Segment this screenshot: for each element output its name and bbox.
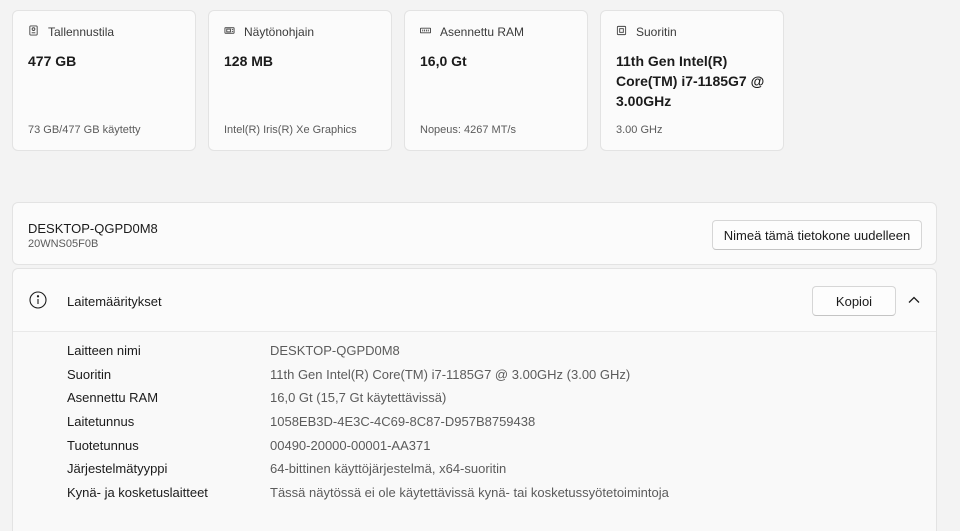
device-name-section: DESKTOP-QGPD0M8 20WNS05F0B Nimeä tämä ti…: [12, 202, 937, 265]
card-header: Tallennustila: [28, 25, 180, 39]
card-header: Suoritin: [616, 25, 768, 39]
card-label: Asennettu RAM: [440, 25, 525, 39]
card-header: Asennettu RAM: [420, 25, 572, 39]
ram-icon: [420, 25, 434, 39]
ram-card: Asennettu RAM 16,0 Gt Nopeus: 4267 MT/s: [404, 10, 588, 151]
specs-header[interactable]: Laitemääritykset Kopioi: [13, 269, 936, 332]
spec-value: 16,0 Gt (15,7 Gt käytettävissä): [270, 390, 447, 405]
spec-row: Tuotetunnus 00490-20000-00001-AA371: [13, 438, 936, 462]
spec-value: DESKTOP-QGPD0M8: [270, 343, 400, 358]
card-subtext: 73 GB/477 GB käytetty: [28, 124, 141, 136]
device-model: 20WNS05F0B: [28, 238, 99, 250]
card-subtext: 3.00 GHz: [616, 124, 663, 136]
info-icon: [29, 291, 47, 309]
spec-value: 00490-20000-00001-AA371: [270, 438, 431, 453]
copy-button[interactable]: Kopioi: [812, 286, 896, 316]
spec-key: Laitteen nimi: [67, 343, 141, 358]
specs-title: Laitemääritykset: [67, 294, 162, 309]
gpu-icon: [224, 25, 238, 39]
spec-row: Järjestelmätyyppi 64-bittinen käyttöjärj…: [13, 461, 936, 485]
gpu-card: Näytönohjain 128 MB Intel(R) Iris(R) Xe …: [208, 10, 392, 151]
card-header: Näytönohjain: [224, 25, 376, 39]
chevron-up-icon[interactable]: [906, 294, 922, 306]
card-value: 16,0 Gt: [420, 53, 467, 69]
spec-row: Laitetunnus 1058EB3D-4E3C-4C69-8C87-D957…: [13, 414, 936, 438]
spec-value: 1058EB3D-4E3C-4C69-8C87-D957B8759438: [270, 414, 536, 429]
spec-value: 64-bittinen käyttöjärjestelmä, x64-suori…: [270, 461, 507, 476]
spec-key: Tuotetunnus: [67, 438, 139, 453]
card-subtext: Intel(R) Iris(R) Xe Graphics: [224, 124, 357, 136]
spec-key: Laitetunnus: [67, 414, 135, 429]
card-label: Tallennustila: [48, 25, 115, 39]
spec-row: Laitteen nimi DESKTOP-QGPD0M8: [13, 343, 936, 367]
cpu-card: Suoritin 11th Gen Intel(R) Core(TM) i7-1…: [600, 10, 784, 151]
rename-pc-button[interactable]: Nimeä tämä tietokone uudelleen: [712, 220, 922, 250]
storage-card: Tallennustila 477 GB 73 GB/477 GB käytet…: [12, 10, 196, 151]
card-subtext: Nopeus: 4267 MT/s: [420, 124, 516, 136]
storage-icon: [28, 25, 42, 39]
spec-key: Kynä- ja kosketuslaitteet: [67, 485, 208, 500]
card-label: Näytönohjain: [244, 25, 315, 39]
spec-key: Järjestelmätyyppi: [67, 461, 168, 476]
cpu-icon: [616, 25, 630, 39]
spec-value: Tässä näytössä ei ole käytettävissä kynä…: [270, 485, 669, 500]
spec-row: Kynä- ja kosketuslaitteet Tässä näytössä…: [13, 485, 936, 509]
card-value: 11th Gen Intel(R) Core(TM) i7-1185G7 @ 3…: [616, 53, 765, 109]
spec-value: 11th Gen Intel(R) Core(TM) i7-1185G7 @ 3…: [270, 367, 631, 382]
spec-row: Asennettu RAM 16,0 Gt (15,7 Gt käytettäv…: [13, 390, 936, 414]
device-name: DESKTOP-QGPD0M8: [28, 221, 158, 236]
device-specifications-panel: Laitemääritykset Kopioi Laitteen nimi DE…: [12, 268, 937, 531]
card-label: Suoritin: [636, 25, 677, 39]
spec-key: Asennettu RAM: [67, 390, 159, 405]
card-value: 477 GB: [28, 53, 77, 69]
spec-key: Suoritin: [67, 367, 112, 382]
spec-row: Suoritin 11th Gen Intel(R) Core(TM) i7-1…: [13, 367, 936, 391]
card-value: 128 MB: [224, 53, 274, 69]
